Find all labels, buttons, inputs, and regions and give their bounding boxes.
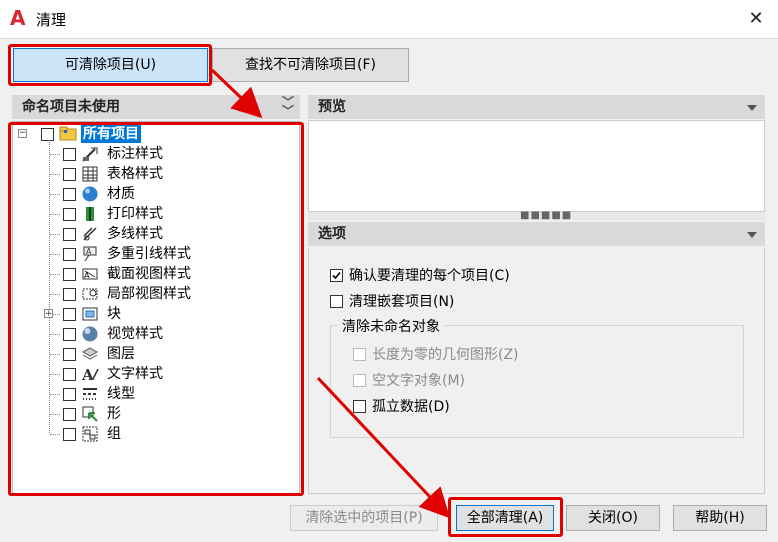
annotation-arrow bbox=[316, 376, 451, 519]
annotation-arrow bbox=[210, 68, 263, 119]
annotation-arrows bbox=[210, 68, 451, 519]
